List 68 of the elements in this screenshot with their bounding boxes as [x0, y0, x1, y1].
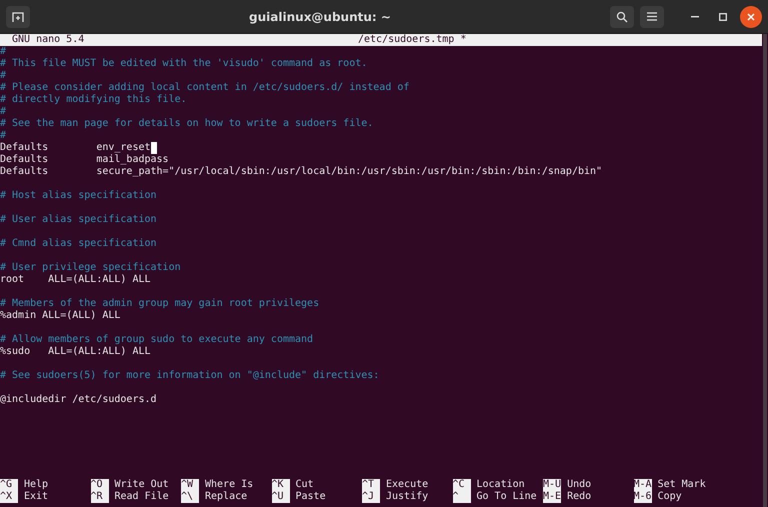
search-icon — [616, 10, 628, 22]
code-line: %sudo ALL=(ALL:ALL) ALL — [0, 346, 151, 358]
nano-version: GNU nano 5.4 — [11, 34, 86, 46]
shortcut-label: Undo — [567, 479, 592, 491]
shortcut-label: Copy — [658, 491, 682, 503]
comment-line: # Please consider adding local content in /etc/sudoers.d/ instead of — [0, 82, 410, 94]
code-line: root ALL=(ALL:ALL) ALL — [0, 274, 151, 286]
shortcut-key: ^\ — [181, 491, 199, 503]
minimize-icon — [691, 16, 699, 18]
code-line: Defaults secure_path="/usr/local/sbin:/usr/local/bin:/usr/sbin:/usr/bin:/sbin:/bin:/snap/bin" — [0, 166, 602, 178]
comment-line: # This file MUST be edited with the 'visudo' command as root. — [0, 58, 368, 70]
code-line: Defaults env_reset — [0, 142, 151, 154]
shortcut-label: Read File — [114, 491, 169, 503]
comment-line: # — [0, 130, 6, 142]
shortcut-label: Cut — [296, 479, 314, 491]
shortcut-key: ^C — [452, 479, 470, 491]
comment-line: # — [0, 70, 6, 82]
comment-line: # Allow members of group sudo to execute any command — [0, 334, 314, 346]
comment-line: # User privilege specification — [0, 262, 181, 274]
menu-icon — [647, 12, 657, 21]
shortcut-label: Location — [476, 479, 525, 491]
shortcut-label: Write Out — [114, 479, 169, 491]
shortcut-label: Execute — [386, 479, 428, 491]
shortcut-label: Go To Line — [476, 491, 537, 503]
shortcut-label: Redo — [567, 491, 592, 503]
comment-line: # See sudoers(5) for more information on "@include" directives: — [0, 370, 380, 382]
shortcut-key: ^U — [272, 491, 290, 503]
comment-line: # — [0, 46, 6, 58]
shortcut-key: ^ — [452, 491, 470, 503]
comment-line: # User alias specification — [0, 214, 157, 226]
shortcut-label: Replace — [205, 491, 248, 503]
scrollbar[interactable] — [763, 34, 767, 507]
close-button[interactable] — [740, 6, 762, 28]
file-name: /etc/sudoers.tmp * — [358, 34, 466, 46]
code-line: %admin ALL=(ALL) ALL — [0, 310, 120, 322]
maximize-icon — [719, 12, 727, 20]
code-line: Defaults mail_badpass — [0, 154, 169, 166]
comment-line: # directly modifying this file. — [0, 94, 187, 106]
shortcut-label: Where Is — [205, 479, 254, 491]
comment-line: # Cmnd alias specification — [0, 238, 157, 250]
code-line: @includedir /etc/sudoers.d — [0, 394, 157, 406]
new-tab-button[interactable] — [6, 6, 30, 28]
comment-line: # Host alias specification — [0, 190, 157, 202]
shortcut-label: Help — [24, 479, 48, 491]
shortcut-key: ^W — [181, 479, 199, 491]
shortcut-key: ^G — [0, 479, 18, 491]
shortcut-key: M-A — [634, 479, 652, 491]
comment-line: # — [0, 106, 6, 118]
menu-button[interactable] — [640, 6, 664, 28]
shortcut-label: Justify — [386, 491, 428, 503]
shortcut-key: ^X — [0, 491, 18, 503]
shortcut-key: ^O — [90, 479, 108, 491]
shortcut-key: ^R — [90, 491, 108, 503]
shortcut-key: ^J — [362, 491, 380, 503]
new-tab-icon — [12, 10, 24, 22]
shortcut-label: Paste — [296, 491, 326, 503]
search-button[interactable] — [610, 6, 634, 28]
shortcut-key: ^K — [272, 479, 290, 491]
comment-line: # Members of the admin group may gain root privileges — [0, 298, 320, 310]
window-title: guialinux@ubuntu: ~ — [248, 10, 392, 24]
shortcut-key: M-U — [543, 479, 562, 491]
shortcut-label: Set Mark — [658, 479, 706, 491]
shortcut-key: ^T — [362, 479, 380, 491]
shortcut-label: Exit — [24, 491, 48, 503]
close-icon — [747, 12, 755, 20]
shortcut-key: M-E — [543, 491, 562, 503]
shortcut-key: M-6 — [634, 491, 652, 503]
comment-line: # See the man page for details on how to write a sudoers file. — [0, 118, 374, 130]
